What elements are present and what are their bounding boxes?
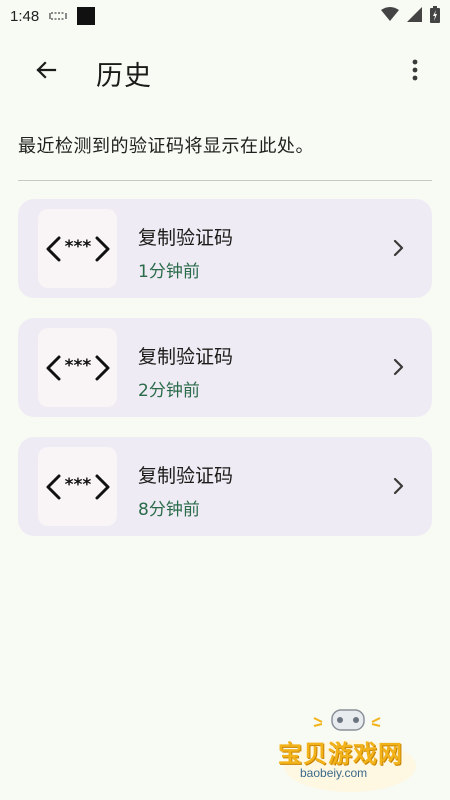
arrow-back-icon bbox=[34, 58, 58, 86]
svg-text:***: *** bbox=[64, 475, 91, 495]
chevron-right-icon bbox=[392, 237, 406, 259]
status-bar: 1:48 bbox=[0, 0, 450, 32]
watermark-url: baobeiy.com bbox=[300, 766, 368, 780]
history-item-time: 8分钟前 bbox=[138, 500, 200, 520]
back-button[interactable] bbox=[26, 52, 66, 92]
more-vertical-icon bbox=[412, 59, 418, 85]
watermark-text: 宝贝游戏网 bbox=[278, 740, 403, 768]
history-description: 最近检测到的验证码将显示在此处。 bbox=[18, 136, 314, 157]
battery-icon bbox=[430, 5, 440, 27]
svg-text:***: *** bbox=[64, 237, 91, 257]
history-item-title: 复制验证码 bbox=[138, 346, 234, 368]
history-item[interactable]: *** 复制验证码 8分钟前 bbox=[18, 437, 432, 536]
cast-icon bbox=[49, 7, 67, 25]
history-item-time: 1分钟前 bbox=[138, 262, 200, 282]
square-notification-icon bbox=[77, 7, 96, 25]
svg-text:***: *** bbox=[64, 356, 91, 376]
top-app-bar: 历史 bbox=[0, 40, 450, 104]
history-item-title: 复制验证码 bbox=[138, 465, 234, 487]
page-title: 历史 bbox=[96, 61, 152, 92]
history-item[interactable]: *** 复制验证码 2分钟前 bbox=[18, 318, 432, 417]
chevron-right-icon bbox=[392, 475, 406, 497]
code-bracket-icon: *** bbox=[38, 209, 117, 288]
divider bbox=[18, 180, 432, 181]
more-options-button[interactable] bbox=[400, 52, 430, 92]
watermark-logo: 宝贝游戏网 baobeiy.com bbox=[270, 704, 425, 796]
signal-icon bbox=[407, 6, 422, 26]
chevron-right-icon bbox=[392, 356, 406, 378]
history-list: *** 复制验证码 1分钟前 *** 复制验证码 2分钟前 *** 复制验证码 … bbox=[18, 199, 432, 556]
wifi-icon bbox=[381, 6, 399, 26]
history-item-time: 2分钟前 bbox=[138, 381, 200, 401]
code-bracket-icon: *** bbox=[38, 447, 117, 526]
history-item-title: 复制验证码 bbox=[138, 227, 234, 249]
status-time: 1:48 bbox=[10, 7, 40, 25]
code-bracket-icon: *** bbox=[38, 328, 117, 407]
history-item[interactable]: *** 复制验证码 1分钟前 bbox=[18, 199, 432, 298]
